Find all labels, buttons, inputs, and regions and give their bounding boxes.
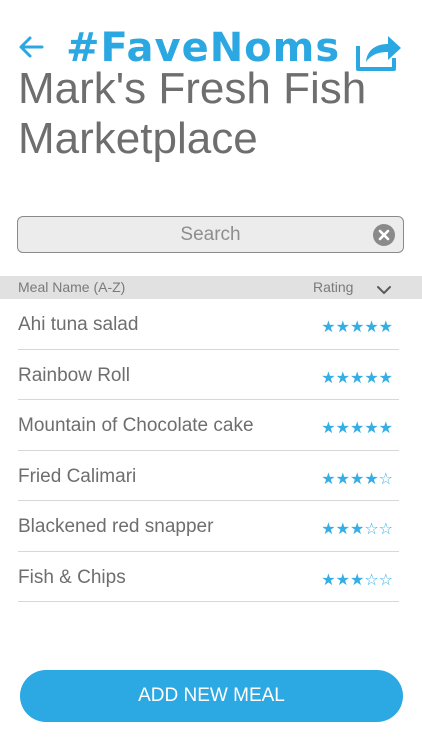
star-rating: ★★★★☆ xyxy=(321,468,393,488)
restaurant-title: Mark's Fresh Fish Marketplace xyxy=(18,64,367,163)
meal-row[interactable]: Rainbow Roll ★★★★★ xyxy=(18,350,399,400)
meal-row[interactable]: Mountain of Chocolate cake ★★★★★ xyxy=(18,400,399,451)
meal-row[interactable]: Fish & Chips ★★★☆☆ xyxy=(18,552,399,602)
meal-name-column-header[interactable]: Meal Name (A-Z) xyxy=(18,279,125,295)
meal-name: Mountain of Chocolate cake xyxy=(18,415,254,436)
meal-name: Rainbow Roll xyxy=(18,364,130,386)
search-bar xyxy=(17,216,404,253)
meal-list-screen: #FaveNoms Mark's Fresh Fish Marketplace … xyxy=(0,0,422,750)
meal-name: Fish & Chips xyxy=(18,566,126,588)
search-input[interactable] xyxy=(18,217,403,252)
meal-row[interactable]: Fried Calimari ★★★★☆ xyxy=(18,451,399,501)
star-rating: ★★★★★ xyxy=(321,317,393,336)
meal-row[interactable]: Blackened red snapper ★★★☆☆ xyxy=(18,501,399,552)
meal-name: Ahi tuna salad xyxy=(18,314,139,335)
star-rating: ★★★★★ xyxy=(321,367,393,387)
clear-search-icon[interactable] xyxy=(373,224,395,246)
meal-row[interactable]: Ahi tuna salad ★★★★★ xyxy=(18,299,399,350)
chevron-down-icon[interactable] xyxy=(377,282,391,294)
star-rating: ★★★★★ xyxy=(321,418,393,437)
meal-name: Blackened red snapper xyxy=(18,516,214,537)
add-new-meal-button[interactable]: ADD NEW MEAL xyxy=(20,670,403,722)
meal-name: Fried Calimari xyxy=(18,465,137,487)
back-arrow-icon[interactable] xyxy=(18,34,44,60)
table-header: Meal Name (A-Z) Rating xyxy=(0,276,422,299)
meal-list: Ahi tuna salad ★★★★★ Rainbow Roll ★★★★★ … xyxy=(18,299,399,602)
star-rating: ★★★☆☆ xyxy=(321,519,393,538)
star-rating: ★★★☆☆ xyxy=(321,569,393,589)
rating-column-header[interactable]: Rating xyxy=(313,279,353,295)
